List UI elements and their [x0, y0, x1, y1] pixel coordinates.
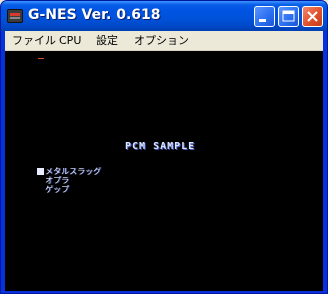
song-label: メタルスラッグ — [45, 167, 101, 176]
maximize-icon — [282, 10, 295, 22]
app-window: G-NES Ver. 0.618 ファイル CPU 設定 オプション PCM S… — [0, 0, 328, 294]
client-area: ファイル CPU 設定 オプション PCM SAMPLE メタルスラッグ オプラ… — [5, 31, 323, 291]
selection-marker-icon — [37, 168, 44, 175]
menu-cpu[interactable]: CPU — [59, 33, 81, 48]
screen-title: PCM SAMPLE — [125, 141, 196, 152]
menu-bar: ファイル CPU 設定 オプション — [5, 31, 323, 51]
screen-cursor — [38, 58, 44, 59]
menu-options[interactable]: オプション — [134, 33, 189, 48]
minimize-icon — [259, 19, 266, 22]
emulator-screen[interactable]: PCM SAMPLE メタルスラッグ オプラ ゲップ — [5, 51, 323, 291]
song-list: メタルスラッグ オプラ ゲップ — [37, 167, 101, 194]
menu-file[interactable]: ファイル — [12, 33, 56, 48]
song-item: ゲップ — [37, 185, 101, 194]
close-button[interactable] — [302, 6, 323, 27]
minimize-button[interactable] — [254, 6, 275, 27]
song-item-selected: メタルスラッグ — [37, 167, 101, 176]
nes-app-icon[interactable] — [7, 9, 23, 23]
song-item: オプラ — [37, 176, 101, 185]
window-title: G-NES Ver. 0.618 — [28, 7, 161, 23]
song-label: オプラ — [45, 176, 69, 185]
close-icon — [307, 11, 318, 22]
menu-settings[interactable]: 設定 — [96, 33, 118, 48]
title-bar[interactable]: G-NES Ver. 0.618 — [1, 1, 327, 31]
maximize-button[interactable] — [278, 6, 299, 27]
song-label: ゲップ — [45, 185, 69, 194]
